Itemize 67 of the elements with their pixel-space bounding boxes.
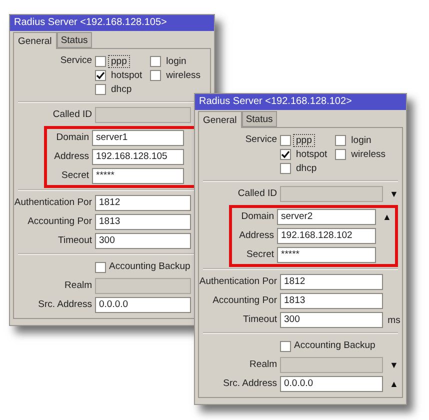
arrow-button[interactable]: ▲ <box>382 212 392 222</box>
field-label: Src. Address <box>222 377 277 391</box>
checkbox[interactable] <box>335 148 346 160</box>
checkbox[interactable] <box>280 134 291 146</box>
field-label: Called ID <box>236 187 277 201</box>
field-label: Address <box>238 229 274 243</box>
checkbox[interactable] <box>95 56 106 66</box>
input-field[interactable]: 300 <box>95 233 191 249</box>
field-label: Accounting Por <box>212 294 277 308</box>
checkbox-label: hotspot <box>110 70 144 80</box>
field-label: Accounting Por <box>26 215 92 229</box>
window-title: Radius Server <192.168.128.102> <box>195 94 406 110</box>
checkbox-label: Accounting Backup <box>294 339 376 353</box>
unit-label: ms <box>388 314 400 326</box>
checkbox[interactable] <box>95 262 106 272</box>
field-label: Realm <box>64 279 92 293</box>
field-label: Timeout <box>57 234 92 248</box>
field-label: Authentication Por <box>14 196 92 210</box>
checkbox-label: hotspot <box>295 148 328 160</box>
checkbox[interactable] <box>280 162 291 174</box>
checkbox-label: login <box>350 134 372 146</box>
checkbox[interactable] <box>150 70 162 80</box>
field-label: Service <box>59 54 92 68</box>
checkbox[interactable] <box>280 340 291 352</box>
field-label: Called ID <box>52 108 92 122</box>
checkbox-label: wireless <box>350 148 386 160</box>
tab[interactable]: Status <box>56 32 92 48</box>
input-field[interactable]: 1813 <box>95 214 191 230</box>
tab[interactable]: General <box>13 32 57 49</box>
input-field[interactable]: ***** <box>92 168 184 184</box>
field-label: Domain <box>55 131 89 145</box>
checkbox-label: dhcp <box>295 162 318 174</box>
input-field[interactable]: ***** <box>277 247 376 263</box>
input-field[interactable]: 0.0.0.0 <box>280 376 383 392</box>
tab[interactable]: Status <box>242 111 277 127</box>
field-label: Secret <box>60 169 89 183</box>
field-label: Domain <box>240 210 274 224</box>
checkbox-label: ppp <box>294 134 314 146</box>
field-label: Service <box>244 133 277 147</box>
input-field[interactable]: 192.168.128.105 <box>92 149 184 165</box>
input-field[interactable]: 300 <box>280 312 383 328</box>
checkbox-label: Accounting Backup <box>109 260 190 274</box>
field-label: Realm <box>248 358 277 372</box>
input-field[interactable]: 1813 <box>280 293 383 309</box>
window-title: Radius Server <192.168.128.105> <box>10 15 214 31</box>
field-label: Address <box>53 150 89 164</box>
field-label: Src. Address <box>37 298 92 312</box>
checkbox[interactable] <box>95 84 106 94</box>
tab[interactable]: General <box>198 111 242 128</box>
checkbox[interactable] <box>280 148 291 160</box>
checkbox-label: wireless <box>165 70 202 80</box>
checkbox[interactable] <box>335 134 346 146</box>
checkbox-label: ppp <box>109 56 129 66</box>
arrow-button[interactable]: ▲ <box>390 379 398 389</box>
input-field[interactable]: 192.168.128.102 <box>277 228 376 244</box>
input-field[interactable]: server1 <box>92 130 184 146</box>
input-field[interactable]: server2 <box>277 209 376 225</box>
field-label: Authentication Por <box>199 275 277 289</box>
checkbox-label: login <box>165 56 188 66</box>
input-field[interactable]: 0.0.0.0 <box>95 297 191 313</box>
input-field[interactable]: 1812 <box>95 195 191 211</box>
field-label: Secret <box>246 248 274 262</box>
checkbox[interactable] <box>95 70 106 80</box>
field-label: Timeout <box>242 313 277 327</box>
input-field[interactable]: 1812 <box>280 274 383 290</box>
checkbox-label: dhcp <box>110 84 133 94</box>
checkbox[interactable] <box>150 56 162 66</box>
